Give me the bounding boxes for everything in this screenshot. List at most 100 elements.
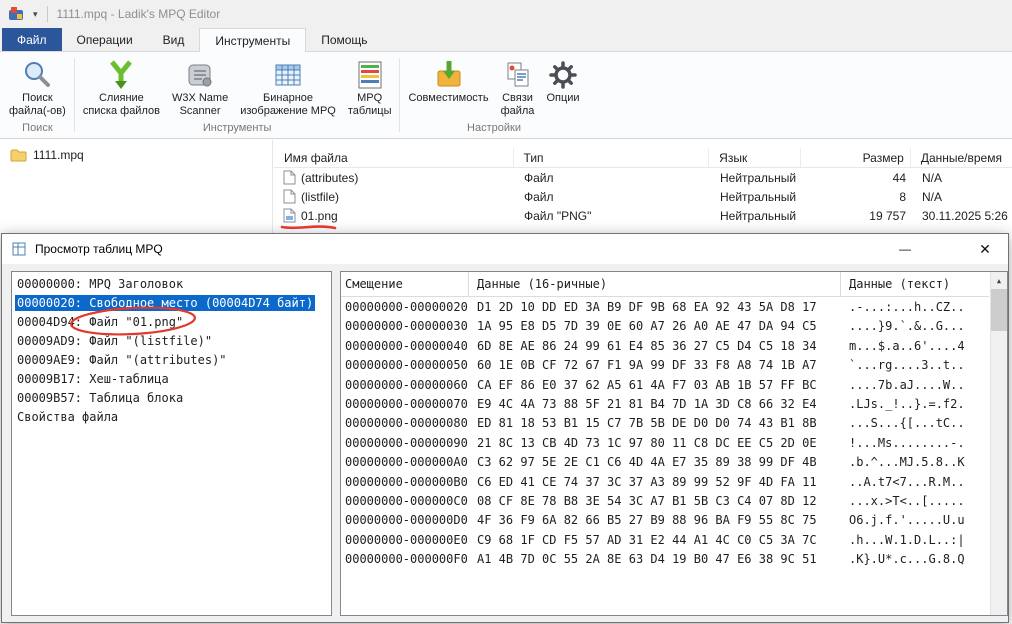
structure-item[interactable]: 00009AD9: Файл "(listfile)" (12, 332, 331, 351)
hex-row[interactable]: 00000000-00000020 D1 2D 10 DD ED 3A B9 DF… (341, 298, 989, 317)
hex-row[interactable]: 00000000-00000060 CA EF 86 E0 37 62 A5 61… (341, 376, 989, 395)
hex-row[interactable]: 00000000-000000F0 A1 4B 7D 0C 55 2A 8E 63… (341, 550, 989, 569)
button-label: MPQ (357, 92, 383, 104)
tab-tools[interactable]: Инструменты (199, 28, 307, 52)
file-list-rows: (attributes) Файл Нейтральный 44 N/A (listfil… (274, 168, 1012, 225)
hex-text: ...x.>T<..[..... (849, 493, 965, 508)
scrollbar-thumb[interactable] (991, 289, 1007, 331)
hex-row[interactable]: 00000000-000000C0 08 CF 8E 78 B8 3E 54 3C… (341, 492, 989, 511)
hex-text: O6.j.f.'.....U.u (849, 513, 965, 528)
hex-row[interactable]: 00000000-00000030 1A 95 E8 D5 7D 39 0E 60… (341, 317, 989, 336)
tab-help[interactable]: Помощь (306, 28, 382, 51)
hex-bytes: 21 8C 13 CB 4D 73 1C 97 80 11 C8 DC EE C… (477, 435, 817, 450)
button-label: таблицы (347, 105, 392, 117)
hex-text: ..A.t7<7...R.M.. (849, 474, 965, 489)
close-button[interactable]: ✕ (962, 234, 1008, 264)
ribbon-group-settings: Совместимость Связи файла Опции Настройк… (402, 52, 585, 138)
vertical-scrollbar[interactable]: ▲ (990, 272, 1007, 615)
hex-row[interactable]: 00000000-00000080 ED 81 18 53 B1 15 C7 7B… (341, 414, 989, 433)
structure-item[interactable]: 00004D94: Файл "01.png" (12, 313, 331, 332)
hex-row[interactable]: 00000000-000000E0 C9 68 1F CD F5 57 AD 31… (341, 531, 989, 550)
structure-item-label: 00009AD9: Файл "(listfile)" (17, 334, 213, 348)
hex-row[interactable]: 00000000-00000070 E9 4C 4A 73 88 5F 21 81… (341, 395, 989, 414)
button-label: W3X Name (171, 92, 229, 104)
tab-operations[interactable]: Операции (62, 28, 148, 51)
structure-item-label: 00009B17: Хеш-таблица (17, 372, 169, 386)
structure-item[interactable]: 00009B57: Таблица блока (12, 389, 331, 408)
binary-image-button[interactable]: Бинарное изображение MPQ (234, 55, 342, 120)
folder-icon (10, 149, 27, 162)
file-datetime: N/A (922, 170, 943, 185)
tree-item-root-archive[interactable]: 1111.mpq (0, 140, 272, 162)
hex-text: `...rg....3..t.. (849, 358, 965, 373)
dialog-title: Просмотр таблиц MPQ (35, 242, 163, 256)
structure-item[interactable]: 00000000: MPQ Заголовок (12, 275, 331, 294)
hex-offset: 00000000-00000080 (345, 416, 468, 431)
structure-item[interactable]: 00009B17: Хеш-таблица (12, 370, 331, 389)
structure-item-label: 00000000: MPQ Заголовок (17, 277, 184, 291)
hex-text: .LJs._!..}.=.f2. (849, 396, 965, 411)
structure-item-label: 00000020: Свободное место (00004D74 байт… (15, 295, 316, 311)
button-label: Совместимость (408, 92, 489, 104)
file-row[interactable]: (listfile) Файл Нейтральный 8 N/A (274, 187, 1012, 206)
tab-view[interactable]: Вид (148, 28, 200, 51)
hex-column-text[interactable]: Данные (текст) (841, 272, 989, 296)
hex-offset: 00000000-000000E0 (345, 532, 468, 547)
file-language: Нейтральный (720, 208, 797, 223)
quick-access-caret-icon[interactable]: ▾ (33, 9, 38, 20)
button-label: Поиск (22, 92, 53, 104)
file-row[interactable]: 01.png Файл "PNG" Нейтральный 19 757 30.11.2… (274, 206, 1012, 225)
hex-column-bytes[interactable]: Данные (16-ричные) (469, 272, 841, 296)
button-label: Бинарное (263, 92, 314, 104)
dialog-window-controls: — ✕ (882, 234, 1008, 264)
w3x-name-scanner-button[interactable]: W3X Name Scanner (166, 55, 234, 120)
tab-file[interactable]: Файл (2, 28, 62, 51)
hex-text: ....}9.`.&..G... (849, 319, 965, 334)
structure-item[interactable]: 00009AE9: Файл "(attributes)" (12, 351, 331, 370)
file-name-cell: (listfile) (274, 189, 514, 204)
column-header-size[interactable]: Размер (801, 148, 911, 167)
file-type: Файл (524, 170, 554, 185)
file-row[interactable]: (attributes) Файл Нейтральный 44 N/A (274, 168, 1012, 187)
find-files-button[interactable]: Поиск файла(-ов) (3, 55, 72, 120)
minimize-button[interactable]: — (882, 234, 928, 264)
button-label: Scanner (179, 105, 221, 117)
file-list-header: Имя файла Тип Язык Размер Данные/время (274, 148, 1012, 168)
hex-text: .-...:...h..CZ.. (849, 300, 965, 314)
scroll-up-icon[interactable]: ▲ (991, 272, 1007, 289)
file-links-button[interactable]: Связи файла (495, 55, 541, 120)
button-label: списка файлов (82, 105, 160, 117)
merge-listfile-button[interactable]: Слияние списка файлов (77, 55, 166, 120)
options-button[interactable]: Опции (540, 55, 585, 107)
hex-row[interactable]: 00000000-000000D0 4F 36 F9 6A 82 66 B5 27… (341, 511, 989, 530)
dialog-titlebar: Просмотр таблиц MPQ — ✕ (2, 234, 1008, 264)
hex-offset: 00000000-00000050 (345, 358, 468, 373)
file-name: 01.png (301, 208, 338, 223)
ribbon: Поиск файла(-ов) Поиск Слияние списка фа… (0, 52, 1012, 139)
structure-item[interactable]: Свойства файла (12, 408, 331, 427)
structure-item[interactable]: 00000020: Свободное место (00004D74 байт… (12, 294, 331, 313)
column-header-datetime[interactable]: Данные/время (911, 148, 1012, 167)
window-titlebar: ▾ 1111.mpq - Ladik's MPQ Editor (0, 0, 1012, 28)
column-header-language[interactable]: Язык (709, 148, 802, 167)
column-header-type[interactable]: Тип (514, 148, 710, 167)
hex-row[interactable]: 00000000-00000040 6D 8E AE 86 24 99 61 E4… (341, 337, 989, 356)
hex-row[interactable]: 00000000-000000B0 C6 ED 41 CE 74 37 3C 37… (341, 473, 989, 492)
compatibility-button[interactable]: Совместимость (402, 55, 494, 107)
structure-item-label: Свойства файла (17, 410, 119, 424)
column-header-name[interactable]: Имя файла (274, 148, 514, 167)
hex-row[interactable]: 00000000-00000050 60 1E 0B CF 72 67 F1 9A… (341, 356, 989, 375)
hex-bytes: C6 ED 41 CE 74 37 3C 37 A3 89 99 52 9F 4… (477, 474, 817, 489)
binary-image-icon (273, 57, 303, 92)
file-datetime: 30.11.2025 5:26 (922, 208, 1008, 223)
hex-offset: 00000000-00000060 (345, 377, 468, 392)
mpq-tables-button[interactable]: MPQ таблицы (342, 55, 398, 120)
hex-row[interactable]: 00000000-000000A0 C3 62 97 5E 2E C1 C6 4D… (341, 453, 989, 472)
hex-bytes: D1 2D 10 DD ED 3A B9 DF 9B 68 EA 92 43 5… (477, 300, 817, 314)
file-name: (listfile) (301, 189, 339, 204)
hex-column-offset[interactable]: Смещение (341, 272, 469, 296)
hex-row[interactable]: 00000000-00000090 21 8C 13 CB 4D 73 1C 97… (341, 434, 989, 453)
titlebar-separator (46, 6, 48, 22)
merge-icon (106, 57, 136, 92)
tree-item-label: 1111.mpq (33, 148, 84, 162)
